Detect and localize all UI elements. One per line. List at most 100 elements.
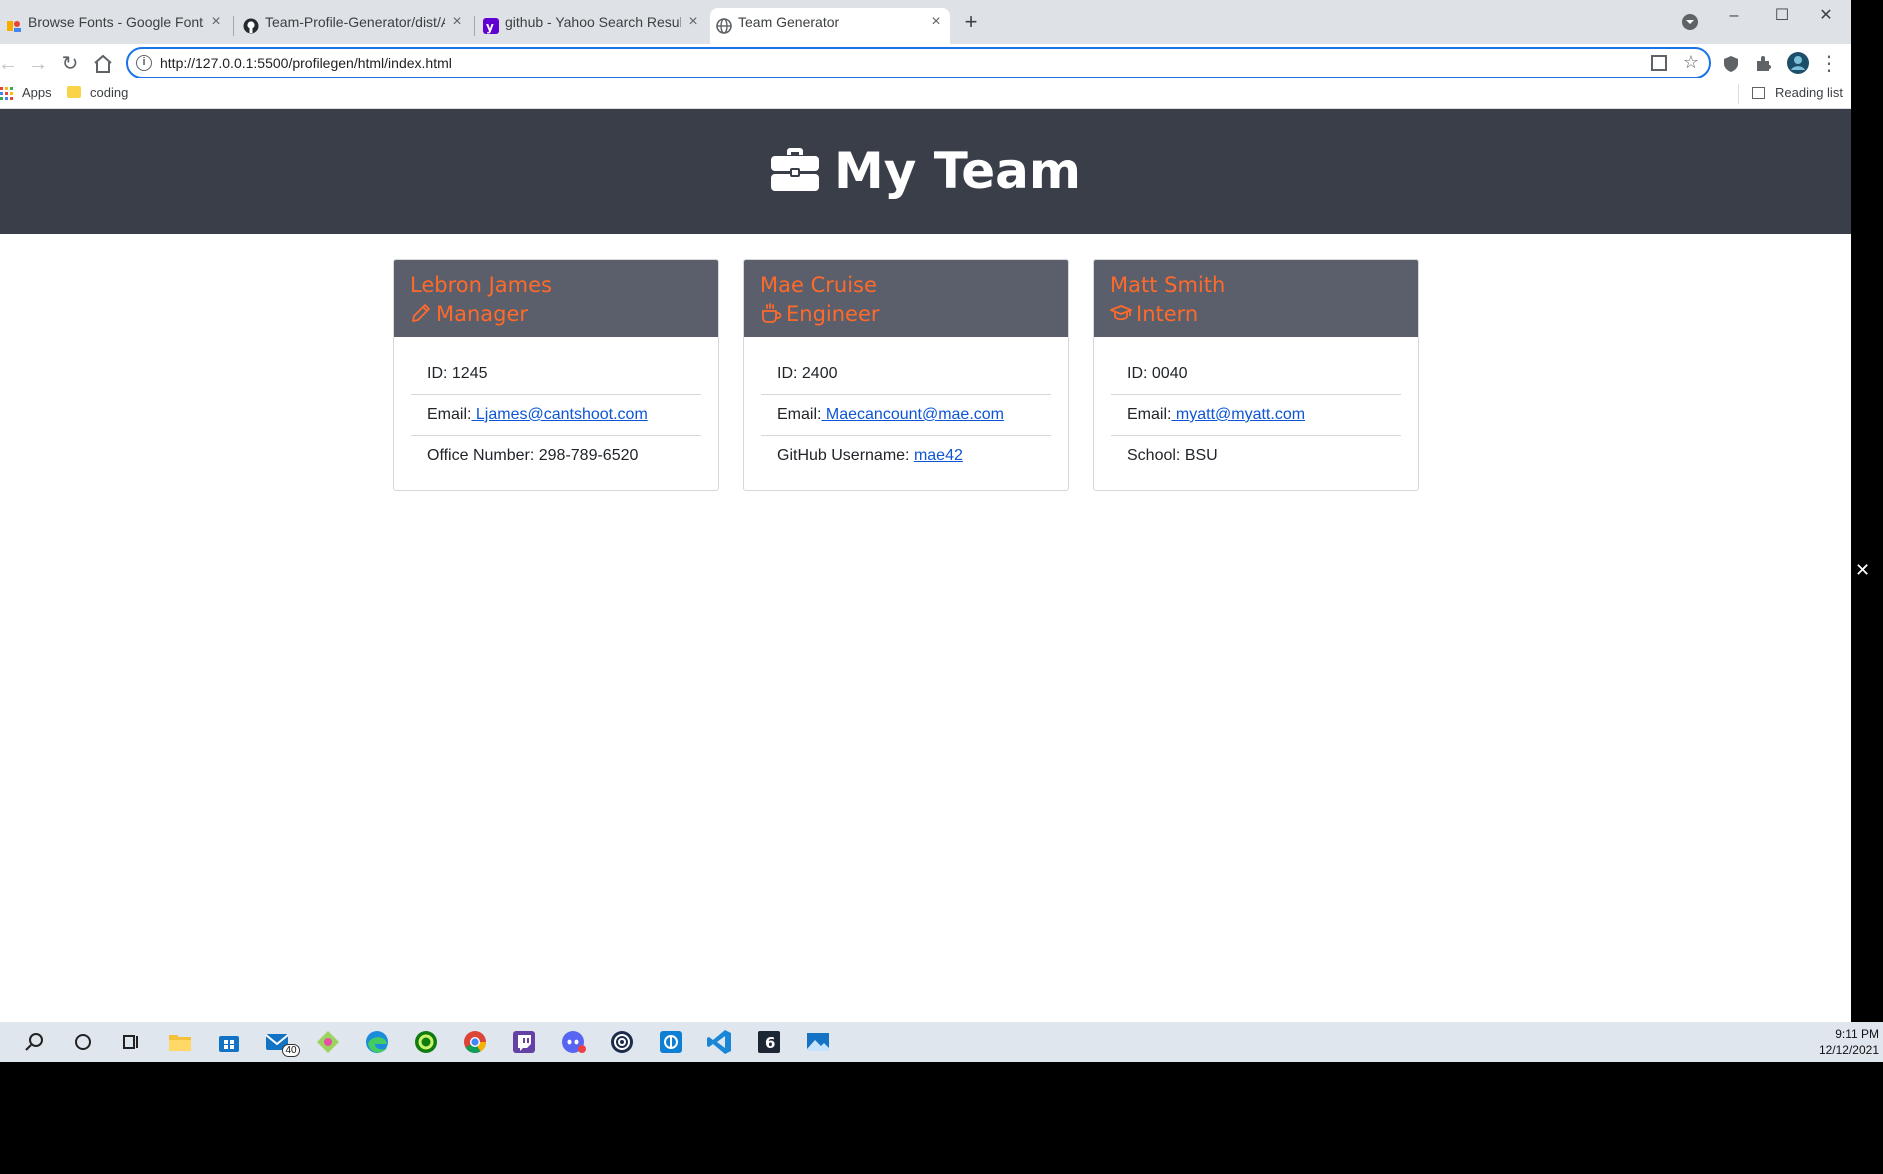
- briefcase-icon: [771, 148, 819, 191]
- folder-icon: [67, 86, 81, 98]
- tab-title: Team Generator: [738, 14, 840, 30]
- twitch-icon[interactable]: [509, 1027, 539, 1057]
- discord-icon[interactable]: [558, 1027, 588, 1057]
- info-icon[interactable]: i: [136, 55, 152, 71]
- employee-name: Mae Cruise: [760, 273, 877, 297]
- github-icon: [243, 18, 259, 34]
- tab-separator: [474, 16, 475, 36]
- card-body: ID: 2400 Email: Maecancount@mae.com GitH…: [744, 337, 1068, 477]
- shield-icon[interactable]: [1721, 54, 1741, 74]
- email-label: Email:: [777, 406, 822, 423]
- reading-list-icon[interactable]: [1752, 87, 1765, 99]
- apps-icon[interactable]: [0, 87, 14, 101]
- card-header: Lebron James Manager: [394, 260, 718, 337]
- email-link[interactable]: Ljames@cantshoot.com: [471, 406, 648, 423]
- card-body: ID: 1245 Email: Ljames@cantshoot.com Off…: [394, 337, 718, 477]
- background-window-edge: ✕: [1851, 0, 1883, 1062]
- list-item-id: ID: 2400: [761, 354, 1051, 395]
- url-text[interactable]: http://127.0.0.1:5500/profilegen/html/in…: [160, 55, 452, 71]
- card-header: Matt Smith Intern: [1094, 260, 1418, 337]
- list-item-school: School: BSU: [1127, 447, 1218, 464]
- employee-name: Matt Smith: [1110, 273, 1226, 297]
- windows-taskbar: 40 6 9:11 PM 12/12/2021: [0, 1022, 1883, 1062]
- page-title-text: My Team: [834, 142, 1081, 200]
- paint-app-icon[interactable]: [313, 1027, 343, 1057]
- search-icon[interactable]: [20, 1027, 50, 1057]
- minimize-icon[interactable]: –: [1722, 4, 1746, 28]
- reading-list-button[interactable]: Reading list: [1775, 85, 1843, 100]
- ubisoft-icon[interactable]: [607, 1027, 637, 1057]
- mail-badge: 40: [282, 1044, 300, 1057]
- email-label: Email:: [427, 406, 472, 423]
- list-item-id: ID: 0040: [1111, 354, 1401, 395]
- system-clock[interactable]: 9:11 PM 12/12/2021: [1819, 1026, 1879, 1058]
- list-item-id: ID: 1245: [411, 354, 701, 395]
- cortana-icon[interactable]: [68, 1027, 98, 1057]
- role-label: Manager: [436, 302, 529, 326]
- file-explorer-icon[interactable]: [165, 1027, 195, 1057]
- card-header: Mae Cruise Engineer: [744, 260, 1068, 337]
- screen-border: [0, 1062, 1883, 1174]
- pencil-icon: [412, 304, 430, 322]
- employee-role: Intern: [1110, 299, 1402, 329]
- email-link[interactable]: myatt@myatt.com: [1171, 406, 1305, 423]
- star-icon[interactable]: ☆: [1683, 52, 1699, 73]
- employee-card-intern: Matt Smith Intern ID: 0040 Email: myatt@…: [1093, 259, 1419, 491]
- qr-code-icon[interactable]: [1651, 55, 1667, 71]
- close-icon[interactable]: ×: [928, 14, 944, 30]
- menu-icon[interactable]: ⋮: [1817, 52, 1841, 76]
- tab-title: Browse Fonts - Google Fonts: [28, 14, 204, 30]
- address-bar[interactable]: i http://127.0.0.1:5500/profilegen/html/…: [126, 47, 1711, 79]
- list-item-email: Email: Maecancount@mae.com: [761, 395, 1051, 436]
- edge-icon[interactable]: [362, 1027, 392, 1057]
- employee-name: Lebron James: [410, 273, 552, 297]
- home-icon[interactable]: [91, 52, 115, 76]
- tab-title: Team-Profile-Generator/dist/Assets: [265, 14, 445, 30]
- forward-icon[interactable]: →: [26, 52, 50, 76]
- reload-icon[interactable]: ↻: [58, 52, 82, 76]
- close-icon[interactable]: ×: [685, 14, 701, 30]
- divider: [1738, 84, 1739, 104]
- tab-search-icon[interactable]: [1682, 14, 1698, 30]
- github-label: GitHub Username:: [777, 447, 914, 464]
- role-label: Engineer: [786, 302, 880, 326]
- web-page: My Team Lebron James Manager ID: 1245 Em…: [0, 109, 1851, 1022]
- chrome-icon[interactable]: [460, 1027, 490, 1057]
- tab-yahoo[interactable]: y github - Yahoo Search Results ×: [477, 8, 707, 44]
- maximize-icon[interactable]: ☐: [1770, 4, 1794, 28]
- bookmark-apps[interactable]: Apps: [22, 85, 52, 100]
- tab-team-generator[interactable]: Team Generator ×: [710, 8, 950, 44]
- tab-github[interactable]: Team-Profile-Generator/dist/Assets ×: [237, 8, 471, 44]
- list-item-office-number: Office Number: 298-789-6520: [427, 447, 639, 464]
- new-tab-button[interactable]: +: [959, 11, 983, 35]
- employee-card-manager: Lebron James Manager ID: 1245 Email: Lja…: [393, 259, 719, 491]
- clock-time: 9:11 PM: [1835, 1027, 1879, 1041]
- close-icon[interactable]: ✕: [1855, 560, 1870, 581]
- profile-avatar[interactable]: [1786, 51, 1810, 75]
- google-fonts-icon: [7, 21, 21, 32]
- github-link[interactable]: mae42: [914, 447, 963, 464]
- vscode-icon[interactable]: [705, 1027, 735, 1057]
- close-window-icon[interactable]: ✕: [1814, 4, 1838, 28]
- photos-icon[interactable]: [803, 1027, 833, 1057]
- rainbow-six-icon[interactable]: 6: [754, 1027, 784, 1057]
- close-icon[interactable]: ×: [208, 14, 224, 30]
- task-view-icon[interactable]: [116, 1027, 146, 1057]
- globe-icon: [716, 18, 732, 34]
- email-label: Email:: [1127, 406, 1172, 423]
- bookmark-folder-coding[interactable]: coding: [90, 85, 128, 100]
- svg-text:6: 6: [765, 1034, 775, 1052]
- tab-google-fonts[interactable]: Browse Fonts - Google Fonts ×: [0, 8, 230, 44]
- app-icon[interactable]: [656, 1027, 686, 1057]
- role-label: Intern: [1136, 302, 1199, 326]
- xbox-app-icon[interactable]: [411, 1027, 441, 1057]
- close-icon[interactable]: ×: [449, 14, 465, 30]
- yahoo-icon: y: [483, 18, 499, 34]
- back-icon[interactable]: ←: [0, 52, 20, 76]
- tab-title: github - Yahoo Search Results: [505, 14, 681, 30]
- employee-role: Manager: [410, 299, 702, 329]
- store-icon[interactable]: [214, 1027, 244, 1057]
- extensions-icon[interactable]: [1753, 54, 1773, 74]
- email-link[interactable]: Maecancount@mae.com: [821, 406, 1004, 423]
- employee-role: Engineer: [760, 299, 1052, 329]
